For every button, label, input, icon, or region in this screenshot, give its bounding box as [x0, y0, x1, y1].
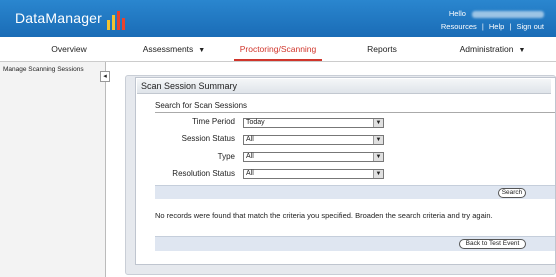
resources-link[interactable]: Resources	[441, 22, 477, 31]
session-status-label: Session Status	[181, 134, 235, 143]
nav-label: Reports	[367, 44, 397, 54]
nav-assessments[interactable]: Assessments ▼	[140, 37, 208, 62]
select-value: All	[246, 136, 254, 143]
chevron-down-icon: ▼	[518, 47, 526, 54]
chevron-down-icon: ▼	[198, 47, 206, 54]
dropdown-arrow-icon: ▼	[373, 119, 383, 127]
top-header: DataManager Hello Resources | Help | Sig…	[0, 0, 556, 37]
nav-proctoring-scanning[interactable]: Proctoring/Scanning▼	[234, 37, 322, 79]
chevron-left-icon: ◂	[103, 73, 107, 80]
select-value: All	[246, 170, 254, 177]
resolution-status-label: Resolution Status	[172, 169, 235, 178]
time-period-label: Time Period	[192, 117, 235, 126]
session-status-select[interactable]: All ▼	[243, 135, 384, 145]
sign-out-link[interactable]: Sign out	[516, 22, 544, 31]
left-sidebar: Manage Scanning Sessions	[0, 62, 106, 277]
collapse-sidebar-button[interactable]: ◂	[100, 71, 110, 82]
nav-label: Proctoring/Scanning	[239, 44, 317, 54]
search-bar: Search	[155, 185, 555, 199]
time-period-select[interactable]: Today ▼	[243, 118, 384, 128]
dropdown-arrow-icon: ▼	[373, 136, 383, 144]
sidebar-item-manage-scanning-sessions[interactable]: Manage Scanning Sessions	[0, 62, 105, 77]
main-nav: Overview Assessments ▼ Proctoring/Scannin…	[0, 37, 556, 79]
nav-reports[interactable]: Reports	[366, 37, 398, 62]
dropdown-arrow-icon: ▼	[373, 170, 383, 178]
app-logo[interactable]: DataManager	[15, 10, 102, 26]
nav-administration[interactable]: Administration ▼	[455, 37, 530, 62]
search-button[interactable]: Search	[498, 188, 526, 198]
type-label: Type	[217, 152, 235, 161]
resolution-status-select[interactable]: All ▼	[243, 169, 384, 179]
hello-label: Hello	[448, 9, 466, 18]
user-area: Hello Resources | Help | Sign out	[441, 9, 544, 31]
dropdown-arrow-icon: ▼	[373, 153, 383, 161]
logo-text: DataManager	[15, 10, 103, 26]
type-select[interactable]: All ▼	[243, 152, 384, 162]
nav-overview[interactable]: Overview	[48, 37, 90, 62]
nav-label: Administration	[459, 44, 514, 54]
nav-label: Overview	[51, 44, 87, 54]
search-heading: Search for Scan Sessions	[155, 101, 555, 113]
nav-label: Assessments	[142, 44, 194, 54]
link-separator: |	[509, 22, 512, 31]
redacted-user-name	[472, 10, 544, 18]
help-link[interactable]: Help	[489, 22, 504, 31]
logo-bars-icon	[107, 10, 129, 30]
back-bar: Back to Test Event	[155, 236, 555, 251]
link-separator: |	[481, 22, 484, 31]
select-value: All	[246, 153, 254, 160]
panel-title: Scan Session Summary	[137, 79, 551, 94]
back-to-test-event-button[interactable]: Back to Test Event	[459, 239, 526, 249]
select-value: Today	[246, 119, 265, 126]
no-records-message: No records were found that match the cri…	[155, 211, 493, 220]
